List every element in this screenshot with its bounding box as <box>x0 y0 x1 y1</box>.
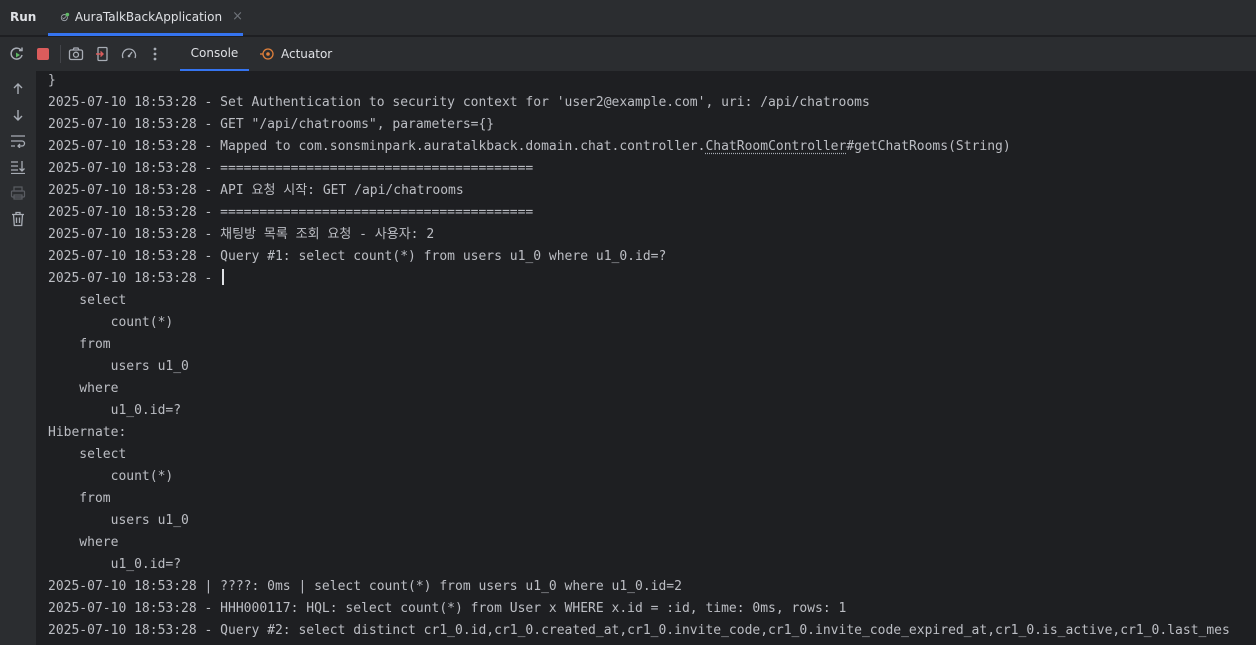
tab-actuator[interactable]: Actuator <box>259 37 332 71</box>
console-line: 2025-07-10 18:53:28 - HHH000117: HQL: se… <box>48 601 847 616</box>
console-line: 2025-07-10 18:53:28 - Set Authentication… <box>48 95 870 110</box>
more-icon[interactable] <box>146 45 164 63</box>
tab-actuator-label: Actuator <box>281 47 333 61</box>
console-line: count(*) <box>48 315 174 330</box>
console-line: from <box>48 491 111 506</box>
console-line: where <box>48 535 119 550</box>
trash-icon[interactable] <box>9 210 27 228</box>
dashboard-icon[interactable] <box>120 45 138 63</box>
print-icon[interactable] <box>9 184 27 202</box>
console-line-text: #getChatRooms(String) <box>846 139 1011 154</box>
toolbar-separator <box>60 45 61 63</box>
console-line: 2025-07-10 18:53:28 - ==================… <box>48 205 534 220</box>
class-link[interactable]: ChatRoomController <box>705 139 846 154</box>
console-line: count(*) <box>48 469 174 484</box>
console-line: users u1_0 <box>48 359 189 374</box>
console-line: select <box>48 293 127 308</box>
console-text: } 2025-07-10 18:53:28 - Set Authenticatio… <box>48 71 1230 642</box>
console-line: u1_0.id=? <box>48 403 182 418</box>
actuator-icon <box>260 48 274 60</box>
spring-boot-run-icon <box>60 12 70 21</box>
rerun-icon[interactable] <box>8 45 26 63</box>
tab-label: AuraTalkBackApplication <box>74 9 223 24</box>
console-output[interactable]: } 2025-07-10 18:53:28 - Set Authenticatio… <box>36 71 1256 645</box>
console-line: 2025-07-10 18:53:28 - API 요청 시작: GET /ap… <box>48 183 464 198</box>
arrow-up-icon[interactable] <box>9 80 27 98</box>
console-line: 2025-07-10 18:53:28 - GET "/api/chatroom… <box>48 117 495 132</box>
text-caret <box>222 269 225 285</box>
arrow-down-icon[interactable] <box>9 106 27 124</box>
console-line-text: 2025-07-10 18:53:28 - <box>48 271 221 286</box>
exit-icon[interactable] <box>94 45 112 63</box>
console-line: 2025-07-10 18:53:28 - <box>48 268 1230 290</box>
soft-wrap-icon[interactable] <box>9 132 27 150</box>
console-line-text: 2025-07-10 18:53:28 - Mapped to com.sons… <box>48 139 706 154</box>
console-line: 2025-07-10 18:53:28 - Query #1: select c… <box>48 249 667 264</box>
console-line: 2025-07-10 18:53:28 - ==================… <box>48 161 534 176</box>
console-line: } <box>48 73 56 88</box>
run-tool-window-header: Run AuraTalkBackApplication × <box>0 0 1256 36</box>
console-line: from <box>48 337 111 352</box>
tab-aura-talk-back-application[interactable]: AuraTalkBackApplication × <box>48 0 243 36</box>
tab-console[interactable]: Console <box>180 37 249 71</box>
run-title: Run <box>10 10 37 24</box>
console-line: 2025-07-10 18:53:28 | ????: 0ms | select… <box>48 579 682 594</box>
tab-console-label: Console <box>190 46 239 60</box>
console-line: 2025-07-10 18:53:28 - 채팅방 목록 조회 요청 - 사용자… <box>48 227 435 242</box>
run-toolbar: Console Actuator <box>0 37 1256 71</box>
scroll-to-end-icon[interactable] <box>9 158 27 176</box>
console-line: 2025-07-10 18:53:28 - Query #2: select d… <box>48 623 1230 638</box>
console-line: Hibernate: <box>48 425 135 440</box>
console-line: u1_0.id=? <box>48 557 182 572</box>
console-side-toolbar <box>0 71 36 645</box>
console-line: users u1_0 <box>48 513 189 528</box>
console-line: 2025-07-10 18:53:28 - Mapped to com.sons… <box>48 136 1230 158</box>
stop-icon[interactable] <box>34 45 52 63</box>
console-line: where <box>48 381 119 396</box>
screenshot-icon[interactable] <box>67 45 85 63</box>
close-icon[interactable]: × <box>232 9 243 24</box>
console-line: select <box>48 447 127 462</box>
